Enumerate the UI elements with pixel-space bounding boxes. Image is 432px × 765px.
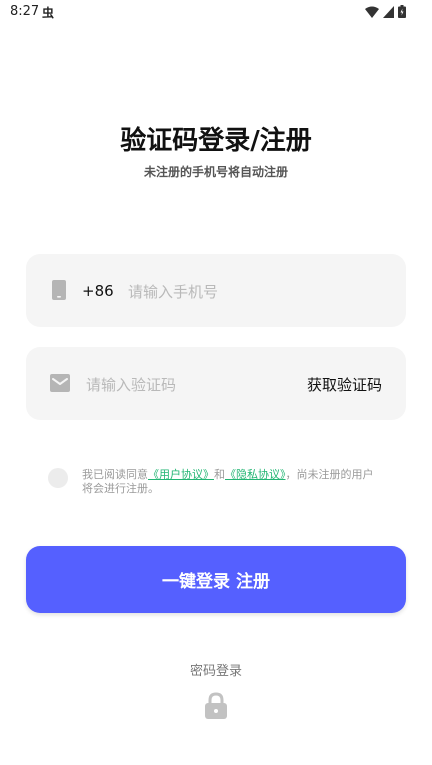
phone-input[interactable] [126, 278, 380, 306]
agreement-and: 和 [214, 468, 225, 481]
page-subtitle: 未注册的手机号将自动注册 [143, 165, 288, 179]
status-icons [365, 5, 406, 18]
wifi-icon [365, 6, 379, 18]
lock-icon[interactable] [204, 692, 228, 720]
mail-icon [50, 374, 70, 392]
login-register-button[interactable]: 一键登录 注册 [26, 546, 406, 613]
phone-field[interactable]: +86 [26, 254, 406, 327]
password-login-link[interactable]: 密码登录 [0, 660, 432, 679]
agreement-checkbox[interactable] [48, 468, 68, 488]
signal-icon [383, 5, 394, 18]
verification-code-input[interactable] [84, 371, 278, 399]
status-bar: 8:27 虫 [0, 0, 432, 24]
country-code[interactable]: +86 [82, 282, 114, 300]
phone-icon [52, 280, 66, 300]
status-time: 8:27 [10, 4, 40, 19]
user-agreement-link[interactable]: 《用户协议》 [148, 468, 214, 481]
notification-icon: 虫 [42, 6, 55, 20]
privacy-agreement-link[interactable]: 《隐私协议》 [225, 468, 286, 481]
agreement-text: 我已阅读同意《用户协议》和《隐私协议》，尚未注册的用户将会进行注册。 [82, 468, 382, 496]
agreement-prefix: 我已阅读同意 [82, 468, 148, 481]
verification-code-field[interactable]: 获取验证码 [26, 347, 406, 420]
get-code-button[interactable]: 获取验证码 [307, 374, 382, 395]
page-title: 验证码登录/注册 [120, 126, 312, 156]
battery-icon [398, 5, 406, 18]
